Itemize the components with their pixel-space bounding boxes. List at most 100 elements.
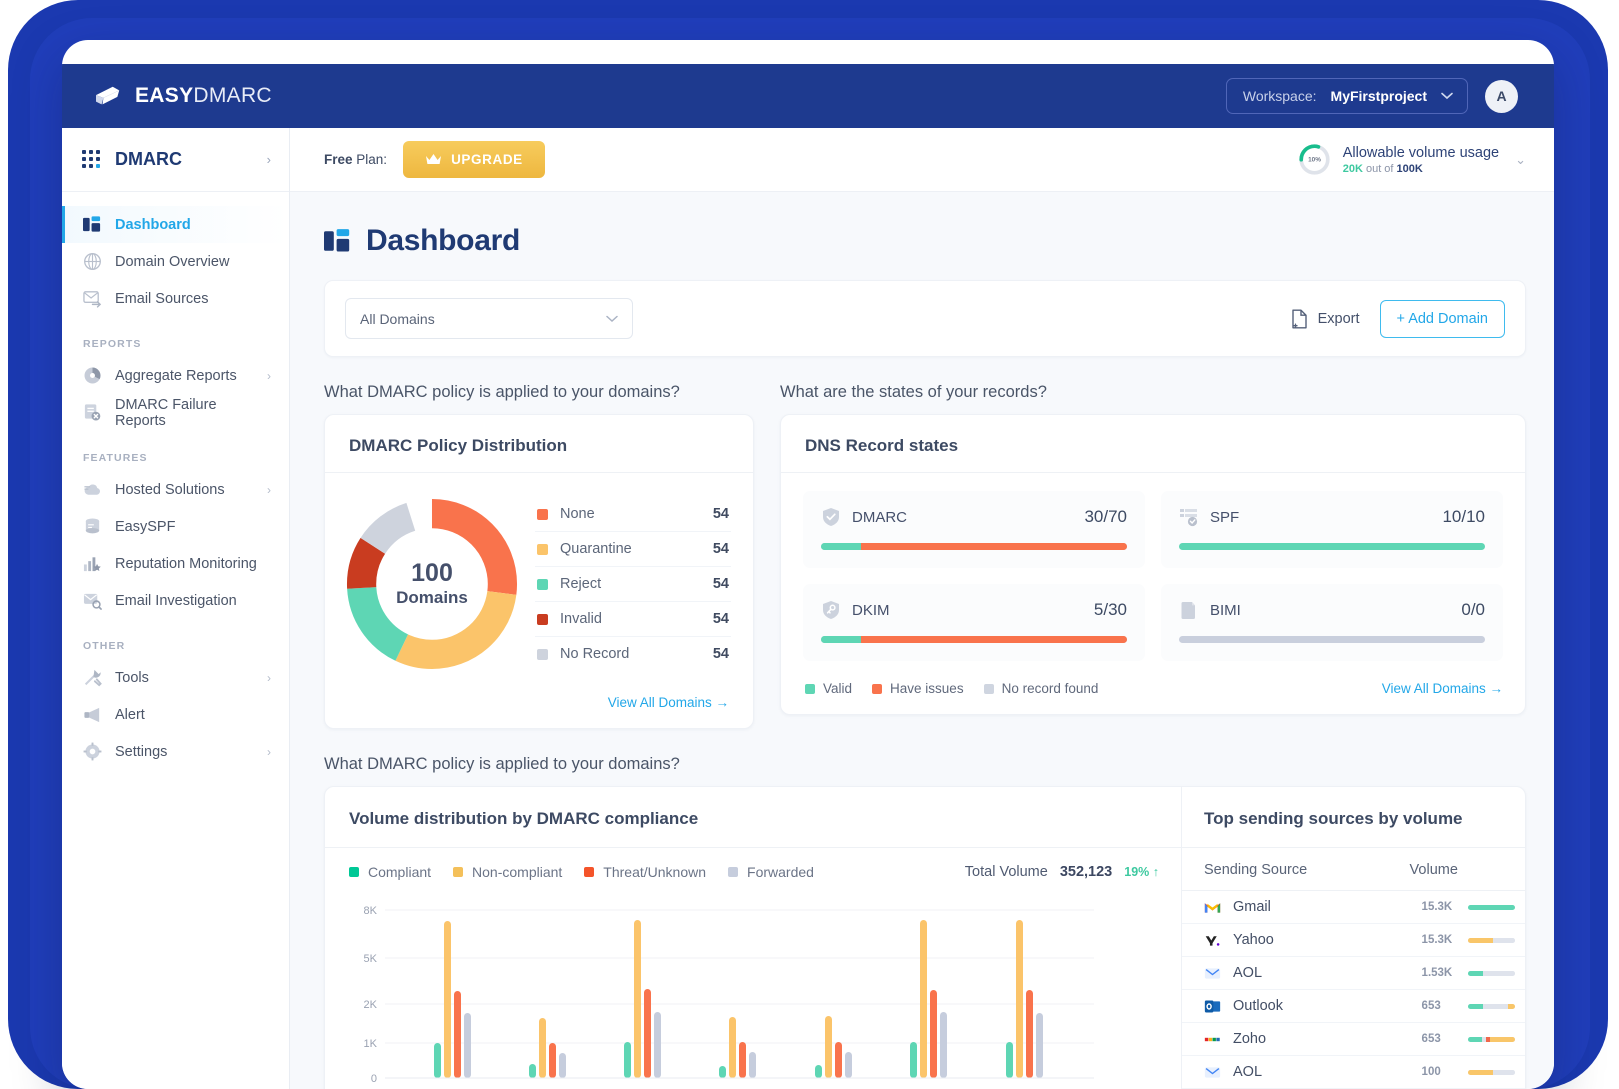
dns-tile-bimi[interactable]: BIMI 0/0 [1161,584,1503,661]
volume-card-title: Volume distribution by DMARC compliance [325,787,1181,848]
source-name: AOL [1233,1064,1263,1080]
volume-value: 1.53K [1421,967,1453,979]
policy-card-column: DMARC Policy Distribution 100 Domains No… [324,414,754,729]
domain-filter-select[interactable]: All Domains [345,298,633,339]
dns-tile-header: BIMI 0/0 [1179,600,1485,620]
workspace-label: Workspace: [1242,88,1317,104]
chevron-down-icon [606,315,618,322]
volume-wrap: 15.3K [1416,934,1515,946]
sidebar-item-domain-overview[interactable]: Domain Overview [62,243,289,280]
source-name-wrap: Yahoo [1204,932,1384,949]
legend-swatch [584,867,595,877]
bar-segment [1467,970,1483,976]
dns-view-all-domains-link[interactable]: View All Domains → [1382,681,1503,696]
total-volume-delta: 19% ↑ [1124,865,1159,879]
sidebar-item-label: Hosted Solutions [115,481,225,498]
table-row[interactable]: Gmail 15.3K [1182,890,1525,924]
volume-distribution-pane: Volume distribution by DMARC compliance … [325,787,1181,1089]
export-button[interactable]: Export [1285,301,1366,337]
plan-bar: Free Plan: UPGRADE 10% Allowable volume … [290,128,1554,192]
sources-table-body: Gmail 15.3K Yahoo 15.3K AOL 1.53K Outloo… [1182,890,1525,1089]
sidebar-item-tools[interactable]: Tools › [62,659,289,696]
source-cell: AOL [1182,956,1394,990]
svg-text:5K: 5K [364,953,378,965]
add-domain-button[interactable]: + Add Domain [1379,299,1505,338]
sidebar-item-dmarc-failure-reports[interactable]: DMARC Failure Reports [62,394,289,431]
dns-progress-bar [821,543,1127,550]
avatar[interactable]: A [1485,79,1518,113]
view-all-domains-link[interactable]: View All Domains → [608,695,729,710]
legend-item[interactable]: Quarantine 54 [535,532,731,567]
legend-swatch [537,578,548,590]
dns-tile-name: BIMI [1210,601,1241,619]
aol-icon [1204,967,1221,979]
upgrade-label: UPGRADE [451,152,523,167]
upgrade-button[interactable]: UPGRADE [403,141,545,178]
dns-card-footer: Valid Have issues No record found View A… [781,667,1525,714]
legend-value: 54 [712,541,729,557]
page-header: Dashboard [324,224,1526,258]
bar-segment [1467,937,1493,943]
volume-legend-item[interactable]: Threat/Unknown [584,864,706,880]
volume-legend-item[interactable]: Compliant [349,864,431,880]
sidebar-item-label: Domain Overview [115,253,230,270]
scroll-region: Dashboard All Domains Export + Add Domai… [290,192,1554,1089]
legend-item[interactable]: No Record 54 [535,637,731,671]
table-row[interactable]: AOL 1.53K [1182,956,1525,990]
bar-segment [1490,1036,1515,1042]
sidebar-item-reputation-monitoring[interactable]: Reputation Monitoring [62,545,289,582]
policy-question: What DMARC policy is applied to your dom… [324,383,680,401]
dns-tile-value: 30/70 [1084,507,1127,526]
source-name-wrap: AOL [1204,1064,1384,1081]
top-sending-sources-pane: Top sending sources by volume Sending So… [1181,787,1525,1089]
dns-tile-spf[interactable]: SPF 10/10 [1161,491,1503,568]
legend-item[interactable]: Invalid 54 [535,602,731,637]
sidebar-item-easyspf[interactable]: EasySPF [62,508,289,545]
legend-value: 54 [712,506,729,522]
sidebar-item-email-investigation[interactable]: Email Investigation [62,582,289,619]
dns-card-title: DNS Record states [781,415,1525,473]
logo-text-bold: EASY [135,84,194,107]
sidebar-header[interactable]: DMARC › [62,128,289,192]
sidebar-item-alert[interactable]: Alert [62,696,289,733]
volume-question: What DMARC policy is applied to your dom… [324,755,680,773]
bar-segment [1492,1069,1515,1075]
usage-mid: out of [1362,162,1397,175]
bar-segment [1482,1003,1508,1009]
table-row[interactable]: Zoho 653 [1182,1022,1525,1056]
volume-legend-item[interactable]: Forwarded [728,864,814,880]
sidebar-item-dashboard[interactable]: Dashboard [62,206,289,243]
zoho-icon [1204,1037,1220,1041]
dns-legend-item: No record found [983,681,1098,696]
plan-suffix: Plan: [352,152,388,167]
policy-distribution-card: DMARC Policy Distribution 100 Domains No… [324,414,754,729]
workspace-selector[interactable]: Workspace: MyFirstproject [1225,78,1468,114]
dns-tile-dmarc[interactable]: DMARC 30/70 [803,491,1145,568]
legend-label: Valid [823,681,853,696]
sidebar-item-settings[interactable]: Settings › [62,733,289,770]
legend-item[interactable]: None 54 [535,497,731,532]
legend-swatch [537,648,548,660]
sidebar-item-hosted-solutions[interactable]: Hosted Solutions › [62,471,289,508]
bar-segment [1507,1003,1515,1009]
legend-swatch [728,867,739,877]
table-row[interactable]: Outlook 653 [1182,989,1525,1023]
policy-legend: None 54 Quarantine 54 Reject 54 Invalid … [525,497,731,671]
legend-item[interactable]: Reject 54 [535,567,731,602]
dns-tile-header: DKIM 5/30 [821,600,1127,620]
dns-bar-valid [821,543,861,550]
sidebar-item-aggregate-reports[interactable]: Aggregate Reports › [62,357,289,394]
sidebar-item-email-sources[interactable]: Email Sources [62,280,289,317]
volume-value: 15.3K [1421,934,1453,946]
volume-usage-widget[interactable]: 10% Allowable volume usage 20K out of 10… [1298,143,1526,176]
export-label: Export [1317,310,1360,327]
legend-swatch [537,613,548,625]
usage-detail: 20K out of 100K [1343,163,1499,175]
volume-wrap: 1.53K [1416,967,1515,979]
table-row[interactable]: Yahoo 15.3K [1182,923,1525,957]
table-row[interactable]: AOL 100 [1182,1055,1525,1089]
app-logo[interactable]: EASYDMARC [94,83,272,109]
volume-legend-item[interactable]: Non-compliant [453,864,562,880]
volume-value: 653 [1421,1000,1441,1012]
dns-tile-dkim[interactable]: DKIM 5/30 [803,584,1145,661]
